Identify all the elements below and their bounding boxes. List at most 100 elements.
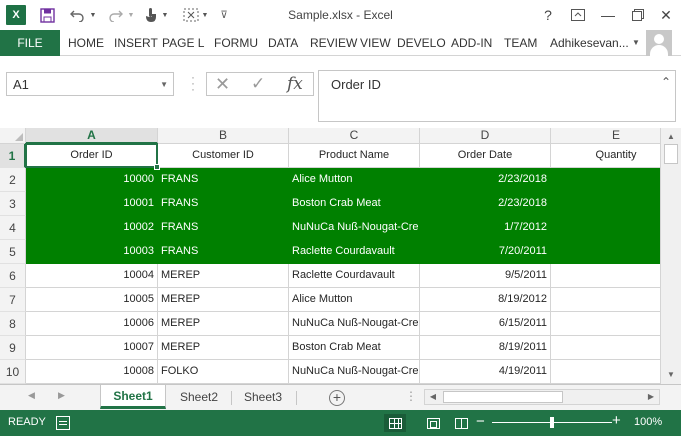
tab-file[interactable]: FILE [0,30,60,56]
save-icon[interactable] [36,5,58,25]
next-sheet-icon[interactable]: ▶ [58,390,65,401]
cell-product-name[interactable]: NuNuCa Nuß-Nougat-Creme [289,216,420,240]
cell-product-name[interactable]: Raclette Courdavault [289,240,420,264]
tab-home[interactable]: HOME [68,30,104,56]
scroll-up-icon[interactable]: ▲ [664,130,678,144]
select-all-button[interactable] [0,128,26,144]
name-box[interactable]: A1 ▼ [6,72,174,96]
scroll-right-icon[interactable]: ▶ [644,390,658,404]
cell-quantity[interactable] [551,312,660,336]
restore-icon[interactable] [626,4,650,26]
zoom-level[interactable]: 100% [634,416,662,428]
cell-order-date[interactable]: 9/5/2011 [420,264,551,288]
tab-insert[interactable]: INSERT [114,30,158,56]
redo-icon[interactable] [104,5,126,25]
help-button[interactable]: ? [536,4,560,26]
enter-check-icon[interactable]: ✓ [251,73,265,95]
horizontal-scroll-thumb[interactable] [443,391,563,403]
cell-quantity[interactable] [551,192,660,216]
splitter-dots-icon[interactable]: · · · [191,71,195,95]
vertical-scrollbar[interactable]: ▲ ▼ [660,128,681,384]
prev-sheet-icon[interactable]: ◀ [28,390,35,401]
cell-customer-id[interactable]: FRANS [158,168,289,192]
tab-formulas[interactable]: FORMU [214,30,258,56]
undo-dropdown-icon[interactable]: ▼ [88,5,98,25]
column-header-d[interactable]: D [420,128,551,144]
redo-dropdown-icon[interactable]: ▼ [126,5,136,25]
cell-product-name[interactable]: Boston Crab Meat [289,192,420,216]
customize-toolbar-icon[interactable]: ⊽ [218,5,230,25]
name-box-dropdown-icon[interactable]: ▼ [160,80,168,89]
row-header[interactable]: 1 [0,144,26,168]
cell-quantity[interactable] [551,360,660,384]
cell-product-name[interactable]: Raclette Courdavault [289,264,420,288]
column-header-a[interactable]: A [26,128,158,144]
cell-order-date[interactable]: 7/20/2011 [420,240,551,264]
avatar[interactable] [646,30,672,56]
cell-order-id[interactable]: 10007 [26,336,158,360]
cell-order-id[interactable]: 10005 [26,288,158,312]
cell-order-date[interactable]: 1/7/2012 [420,216,551,240]
cell-quantity[interactable] [551,336,660,360]
add-sheet-button[interactable]: + [329,390,345,406]
horizontal-scrollbar[interactable]: ◀ ▶ [424,389,660,405]
cell-product-name[interactable]: Boston Crab Meat [289,336,420,360]
page-layout-view-button[interactable] [422,414,444,432]
vertical-scroll-thumb[interactable] [664,144,678,164]
cell-order-id[interactable]: 10006 [26,312,158,336]
select-objects-icon[interactable] [180,5,202,25]
cell-customer-id[interactable]: MEREP [158,288,289,312]
zoom-slider[interactable] [492,417,612,428]
sheet-tab-sheet2[interactable]: Sheet2 [168,385,230,409]
touch-dropdown-icon[interactable]: ▼ [160,5,170,25]
page-break-view-button[interactable] [450,414,472,432]
row-header[interactable]: 6 [0,264,26,288]
scroll-down-icon[interactable]: ▼ [664,368,678,382]
user-dropdown-icon[interactable]: ▼ [632,38,640,47]
splitter-dots-icon[interactable]: ⋮ [405,389,417,403]
cell-order-id[interactable]: 10001 [26,192,158,216]
cell-customer-id[interactable]: FRANS [158,240,289,264]
cell-quantity[interactable] [551,216,660,240]
cell-order-date[interactable]: 4/19/2011 [420,360,551,384]
cell-product-name[interactable]: Alice Mutton [289,288,420,312]
tab-add-ins[interactable]: ADD-IN [451,30,492,56]
ribbon-display-options-icon[interactable] [566,4,590,26]
tab-developer[interactable]: DEVELO [397,30,446,56]
header-cell-customer-id[interactable]: Customer ID [158,144,289,168]
zoom-in-icon[interactable]: + [612,412,621,429]
sheet-tab-sheet1[interactable]: Sheet1 [100,385,166,409]
header-cell-quantity[interactable]: Quantity [551,144,660,168]
column-header-b[interactable]: B [158,128,289,144]
close-button[interactable]: ✕ [654,4,678,26]
minimize-button[interactable]: — [596,4,620,26]
cell-order-id[interactable]: 10000 [26,168,158,192]
cell-order-id[interactable]: 10004 [26,264,158,288]
tab-page-layout[interactable]: PAGE L [162,30,204,56]
cell-customer-id[interactable]: MEREP [158,312,289,336]
cell-order-date[interactable]: 6/15/2011 [420,312,551,336]
cell-order-date[interactable]: 8/19/2012 [420,288,551,312]
cell-order-date[interactable]: 2/23/2018 [420,192,551,216]
user-name[interactable]: Adhikesevan... [550,30,629,56]
column-header-e[interactable]: E [551,128,660,144]
scroll-left-icon[interactable]: ◀ [426,390,440,404]
cancel-icon[interactable]: ✕ [215,73,230,95]
header-cell-order-id[interactable]: Order ID [26,144,158,168]
cell-customer-id[interactable]: FRANS [158,216,289,240]
cell-customer-id[interactable]: MEREP [158,264,289,288]
tab-view[interactable]: VIEW [360,30,391,56]
cell-customer-id[interactable]: MEREP [158,336,289,360]
column-header-c[interactable]: C [289,128,420,144]
touch-mode-icon[interactable] [140,5,162,25]
sheet-tab-sheet3[interactable]: Sheet3 [232,385,294,409]
cell-quantity[interactable] [551,240,660,264]
macro-recording-icon[interactable] [56,416,70,430]
header-cell-order-date[interactable]: Order Date [420,144,551,168]
cell-order-date[interactable]: 2/23/2018 [420,168,551,192]
select-dropdown-icon[interactable]: ▼ [200,5,210,25]
normal-view-button[interactable] [384,414,406,432]
cell-product-name[interactable]: Alice Mutton [289,168,420,192]
header-cell-product-name[interactable]: Product Name [289,144,420,168]
row-header[interactable]: 9 [0,336,26,360]
